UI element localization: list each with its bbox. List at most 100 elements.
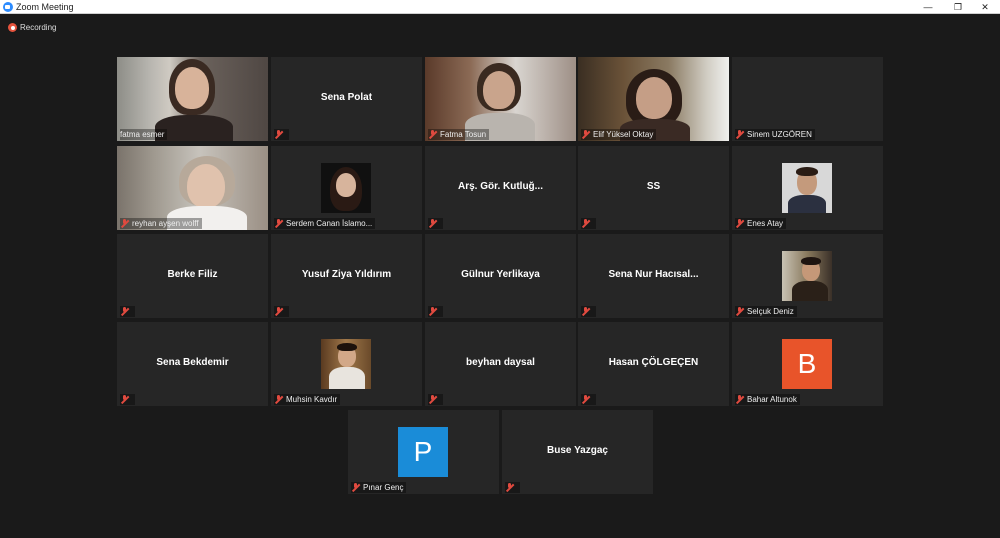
participant-name: Bahar Altunok (747, 394, 797, 404)
participant-label: fatma esmer (120, 129, 168, 140)
participant-label (428, 218, 443, 229)
participant-label (274, 129, 289, 140)
muted-mic-icon (120, 307, 129, 316)
participant-tile[interactable]: Muhsin Kavdır (271, 322, 422, 406)
participant-display-name: Sena Polat (320, 92, 373, 103)
muted-mic-icon (274, 307, 283, 316)
participant-name: Selçuk Deniz (747, 306, 794, 316)
muted-mic-icon (581, 219, 590, 228)
muted-mic-icon (274, 130, 283, 139)
participant-label: Serdem Canan İslamo... (274, 218, 376, 229)
muted-mic-icon (735, 130, 744, 139)
participant-display-name: Hasan ÇÖLGEÇEN (608, 357, 699, 368)
participant-label (505, 482, 520, 493)
participant-label: Fatma Tosun (428, 129, 490, 140)
muted-mic-icon (505, 483, 514, 492)
participant-label (428, 394, 443, 405)
participant-label: Enes Atay (735, 218, 787, 229)
maximize-button[interactable]: ❐ (943, 0, 973, 14)
participant-tile[interactable]: Enes Atay (732, 146, 883, 230)
muted-mic-icon (735, 307, 744, 316)
muted-mic-icon (428, 307, 437, 316)
participant-label (120, 306, 135, 317)
participant-name: Muhsin Kavdır (286, 394, 338, 404)
participant-tile[interactable]: Sinem UZGÖREN (732, 57, 883, 141)
participant-tile[interactable]: Elif Yüksel Oktay (578, 57, 729, 141)
participant-tile[interactable]: Gülnur Yerlikaya (425, 234, 576, 318)
participant-tile[interactable]: B Bahar Altunok (732, 322, 883, 406)
muted-mic-icon (428, 219, 437, 228)
participant-tile[interactable]: P Pınar Genç (348, 410, 499, 494)
participant-label (581, 306, 596, 317)
participant-display-name: Arş. Gör. Kutluğ... (457, 181, 543, 192)
participant-name: Fatma Tosun (440, 129, 487, 139)
participant-tile[interactable]: Hasan ÇÖLGEÇEN (578, 322, 729, 406)
participant-display-name: SS (646, 181, 661, 192)
participant-tile[interactable]: Sena Polat (271, 57, 422, 141)
participant-display-name: Berke Filiz (167, 269, 218, 280)
participant-label: Muhsin Kavdır (274, 394, 341, 405)
recording-label: Recording (20, 23, 57, 32)
participant-tile[interactable]: Serdem Canan İslamo... (271, 146, 422, 230)
participant-name: Elif Yüksel Oktay (593, 129, 654, 139)
participant-name: Pınar Genç (363, 482, 404, 492)
participant-display-name: Sena Nur Hacısal... (608, 269, 699, 280)
close-button[interactable]: ✕ (970, 0, 1000, 14)
participant-label (274, 306, 289, 317)
participant-name: reyhan ayşen wolff (132, 218, 199, 228)
participant-display-name: beyhan daysal (466, 357, 535, 368)
participant-tile[interactable]: Yusuf Ziya Yıldırım (271, 234, 422, 318)
participant-tile[interactable]: Arş. Gör. Kutluğ... (425, 146, 576, 230)
participant-display-name: Buse Yazgaç (547, 445, 608, 456)
window-title: Zoom Meeting (16, 2, 74, 12)
participant-label (428, 306, 443, 317)
window-titlebar: Zoom Meeting — ❐ ✕ (0, 0, 1000, 14)
participant-name: Sinem UZGÖREN (747, 129, 812, 139)
participant-photo (321, 339, 371, 389)
participant-tile[interactable]: beyhan daysal (425, 322, 576, 406)
participant-tile[interactable]: SS (578, 146, 729, 230)
muted-mic-icon (735, 219, 744, 228)
participant-label: Sinem UZGÖREN (735, 129, 815, 140)
muted-mic-icon (120, 395, 129, 404)
muted-mic-icon (120, 219, 129, 228)
participant-label (120, 394, 135, 405)
participant-tile[interactable]: Fatma Tosun (425, 57, 576, 141)
participant-name: Enes Atay (747, 218, 784, 228)
participant-tile[interactable]: Buse Yazgaç (502, 410, 653, 494)
participant-label: Bahar Altunok (735, 394, 800, 405)
muted-mic-icon (274, 219, 283, 228)
muted-mic-icon (428, 395, 437, 404)
participant-display-name: Yusuf Ziya Yıldırım (301, 269, 392, 280)
participant-photo (321, 163, 371, 213)
muted-mic-icon (274, 395, 283, 404)
participant-tile[interactable]: reyhan ayşen wolff (117, 146, 268, 230)
muted-mic-icon (581, 130, 590, 139)
muted-mic-icon (735, 395, 744, 404)
participant-name: fatma esmer (120, 129, 165, 139)
minimize-button[interactable]: — (913, 0, 943, 14)
participant-display-name: Gülnur Yerlikaya (461, 269, 540, 280)
zoom-app-icon (3, 2, 13, 12)
participant-tile[interactable]: Berke Filiz (117, 234, 268, 318)
participant-name: Serdem Canan İslamo... (286, 218, 373, 228)
participant-photo (782, 251, 832, 301)
participant-label (581, 394, 596, 405)
muted-mic-icon (351, 483, 360, 492)
participant-label: Selçuk Deniz (735, 306, 797, 317)
participant-initial-avatar: P (398, 427, 448, 477)
participant-label (581, 218, 596, 229)
participant-label: Elif Yüksel Oktay (581, 129, 657, 140)
muted-mic-icon (581, 395, 590, 404)
participant-display-name: Sena Bekdemir (156, 357, 229, 368)
participant-label: reyhan ayşen wolff (120, 218, 202, 229)
participant-tile[interactable]: fatma esmer (117, 57, 268, 141)
muted-mic-icon (428, 130, 437, 139)
participant-tile[interactable]: Sena Bekdemir (117, 322, 268, 406)
muted-mic-icon (581, 307, 590, 316)
participant-label: Pınar Genç (351, 482, 407, 493)
participant-tile[interactable]: Selçuk Deniz (732, 234, 883, 318)
participant-photo (782, 163, 832, 213)
participant-initial-avatar: B (782, 339, 832, 389)
participant-tile[interactable]: Sena Nur Hacısal... (578, 234, 729, 318)
